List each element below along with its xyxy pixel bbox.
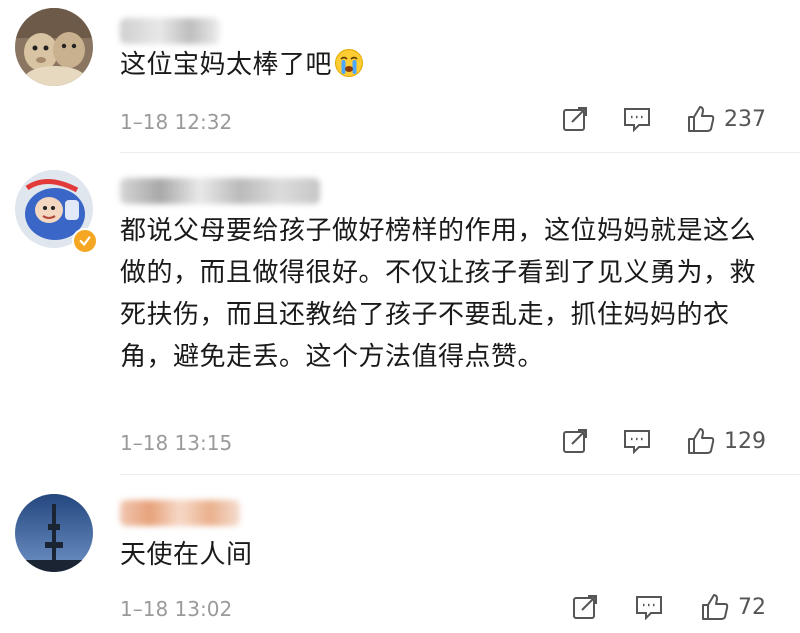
share-button[interactable] bbox=[570, 592, 600, 622]
avatar[interactable] bbox=[15, 494, 93, 572]
like-button[interactable]: 237 bbox=[686, 104, 766, 134]
reply-icon bbox=[624, 108, 650, 133]
comment-time: 1–18 13:02 bbox=[120, 597, 233, 621]
comment-text: 都说父母要给孩子做好榜样的作用，这位妈妈就是这么做的，而且做得很好。不仅让孩子看… bbox=[120, 216, 757, 372]
username[interactable] bbox=[120, 18, 220, 44]
reply-button[interactable] bbox=[622, 104, 652, 134]
comment-time: 1–18 12:32 bbox=[120, 110, 233, 134]
username[interactable] bbox=[120, 178, 320, 204]
avatar[interactable] bbox=[15, 8, 93, 86]
reply-icon bbox=[636, 596, 662, 621]
like-button[interactable]: 72 bbox=[700, 592, 766, 622]
share-button[interactable] bbox=[560, 426, 590, 456]
comment-text: 天使在人间 bbox=[120, 540, 253, 570]
thumbs-up-icon bbox=[688, 106, 715, 132]
reply-icon bbox=[624, 430, 650, 455]
reply-button[interactable] bbox=[634, 592, 664, 622]
comment-text: 这位宝妈太棒了吧 bbox=[120, 44, 364, 86]
like-count: 129 bbox=[724, 428, 766, 454]
checkmark-icon bbox=[79, 236, 91, 247]
comment-time: 1–18 13:15 bbox=[120, 431, 233, 455]
crying-face-icon bbox=[335, 49, 364, 77]
share-icon bbox=[573, 595, 597, 619]
share-button[interactable] bbox=[560, 104, 590, 134]
share-icon bbox=[563, 429, 587, 453]
divider bbox=[120, 152, 800, 153]
thumbs-up-icon bbox=[688, 428, 715, 454]
divider bbox=[120, 474, 800, 475]
reply-button[interactable] bbox=[622, 426, 652, 456]
share-icon bbox=[563, 107, 587, 131]
verified-badge bbox=[72, 228, 98, 254]
like-count: 72 bbox=[738, 594, 766, 620]
like-count: 237 bbox=[724, 106, 766, 132]
thumbs-up-icon bbox=[702, 594, 729, 620]
like-button[interactable]: 129 bbox=[686, 426, 766, 456]
username[interactable] bbox=[120, 500, 240, 526]
